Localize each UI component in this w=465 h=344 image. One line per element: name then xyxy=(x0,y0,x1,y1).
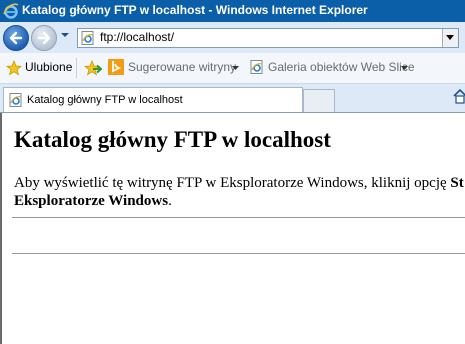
window-border xyxy=(0,113,2,344)
toolbar-divider xyxy=(76,58,77,78)
web-slice-gallery-button[interactable]: Galeria obiektów Web Slice xyxy=(268,60,415,74)
instruction-text-2: . xyxy=(168,193,172,209)
favorites-star-icon[interactable] xyxy=(6,60,22,76)
arrow-left-icon xyxy=(9,31,23,45)
instruction-bold-text: St xyxy=(450,175,464,191)
forward-button[interactable] xyxy=(31,25,57,51)
ie-page-icon xyxy=(250,60,263,74)
tab-active[interactable]: Katalog główny FTP w localhost xyxy=(3,87,303,113)
page-heading: Katalog główny FTP w localhost xyxy=(14,127,331,152)
navigation-bar: ftp://localhost/ xyxy=(0,22,465,53)
chevron-down-icon xyxy=(446,35,454,40)
instruction-bold-text-2: Eksploratorze Windows xyxy=(14,193,169,209)
window-title: Katalog główny FTP w localhost - Windows… xyxy=(22,3,368,17)
page-content: Katalog główny FTP w localhost Aby wyświ… xyxy=(0,112,465,344)
horizontal-rule xyxy=(12,253,465,254)
address-input[interactable]: ftp://localhost/ xyxy=(100,30,174,44)
new-tab-button[interactable] xyxy=(303,89,335,113)
favorites-button[interactable]: Ulubione xyxy=(25,60,72,74)
chevron-down-icon[interactable] xyxy=(401,66,408,71)
address-bar[interactable]: ftp://localhost/ xyxy=(77,28,459,48)
ie-page-icon xyxy=(9,93,22,107)
add-to-favorites-icon[interactable] xyxy=(84,60,102,76)
history-dropdown-icon[interactable] xyxy=(60,30,70,40)
tab-strip: Katalog główny FTP w localhost xyxy=(0,84,465,113)
home-icon[interactable] xyxy=(452,88,465,104)
ie-page-icon xyxy=(81,31,94,45)
back-button[interactable] xyxy=(3,25,29,51)
instruction-line-1: Aby wyświetlić tę witrynę FTP w Eksplora… xyxy=(14,175,464,192)
ie-logo-icon xyxy=(3,3,19,19)
favorites-bar: Ulubione Sugerowane witryny Galeria obie… xyxy=(0,53,465,84)
arrow-right-icon xyxy=(37,31,51,45)
horizontal-rule xyxy=(12,217,465,218)
instruction-text: Aby wyświetlić tę witrynę FTP w Eksplora… xyxy=(14,175,451,191)
browser-window: Katalog główny FTP w localhost - Windows… xyxy=(0,0,465,344)
address-dropdown-button[interactable] xyxy=(442,29,458,47)
instruction-line-2: Eksploratorze Windows. xyxy=(14,193,172,210)
chevron-down-icon[interactable] xyxy=(232,66,239,71)
bing-icon xyxy=(108,59,124,75)
tab-label: Katalog główny FTP w localhost xyxy=(27,94,183,106)
title-bar: Katalog główny FTP w localhost - Windows… xyxy=(0,0,465,22)
suggested-sites-button[interactable]: Sugerowane witryny xyxy=(128,60,236,74)
